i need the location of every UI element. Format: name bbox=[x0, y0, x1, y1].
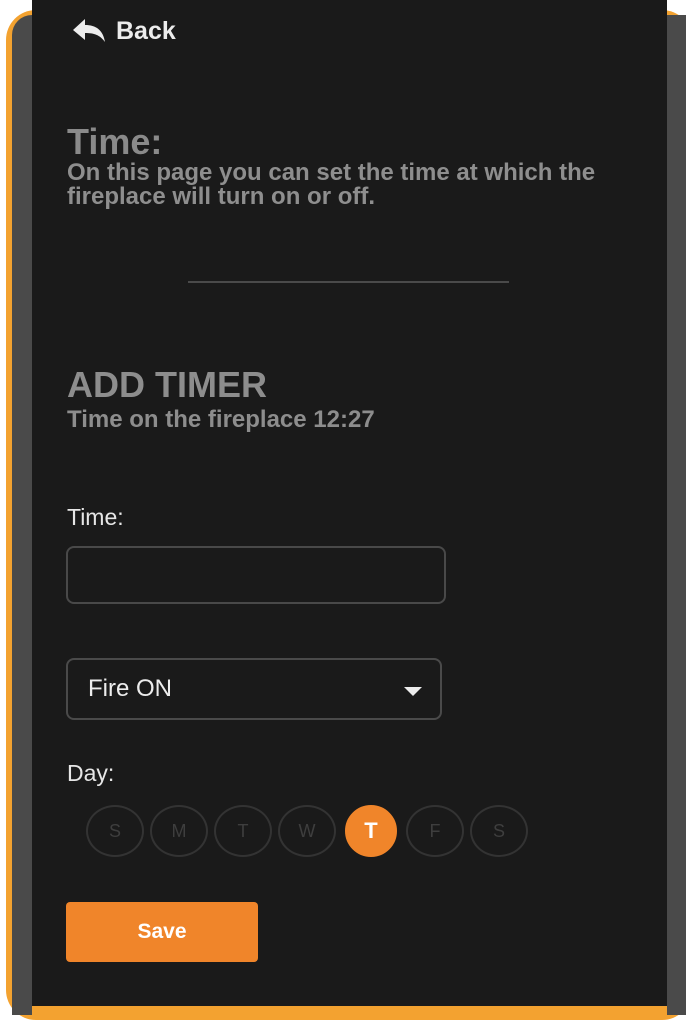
day-toggle-saturday[interactable]: S bbox=[470, 805, 528, 857]
time-field-label: Time: bbox=[67, 504, 124, 530]
day-toggle-wednesday[interactable]: W bbox=[278, 805, 336, 857]
day-toggle-tuesday[interactable]: T bbox=[214, 805, 272, 857]
back-button[interactable]: Back bbox=[72, 14, 176, 48]
back-label: Back bbox=[116, 16, 176, 45]
page-description: On this page you can set the time at whi… bbox=[67, 159, 596, 210]
save-button[interactable]: Save bbox=[66, 902, 258, 962]
page-title: Time: bbox=[67, 121, 163, 162]
day-toggle-friday[interactable]: F bbox=[406, 805, 464, 857]
day-toggle-monday[interactable]: M bbox=[150, 805, 208, 857]
fireplace-time-subtitle: Time on the fireplace 12:27 bbox=[67, 406, 375, 433]
device-bezel-right bbox=[667, 15, 686, 1015]
add-timer-title: ADD TIMER bbox=[67, 364, 267, 405]
time-input[interactable] bbox=[66, 546, 446, 604]
day-toggle-sunday[interactable]: S bbox=[86, 805, 144, 857]
mode-select[interactable]: Fire ON bbox=[66, 658, 442, 720]
arrow-back-icon bbox=[73, 19, 105, 42]
chevron-down-icon bbox=[404, 686, 422, 696]
device-bezel-left bbox=[12, 15, 32, 1015]
mode-select-value: Fire ON bbox=[88, 675, 172, 702]
section-divider bbox=[188, 281, 509, 283]
day-selector: S M T W T F S bbox=[86, 805, 528, 857]
day-toggle-thursday[interactable]: T bbox=[345, 805, 397, 857]
day-field-label: Day: bbox=[67, 760, 115, 786]
